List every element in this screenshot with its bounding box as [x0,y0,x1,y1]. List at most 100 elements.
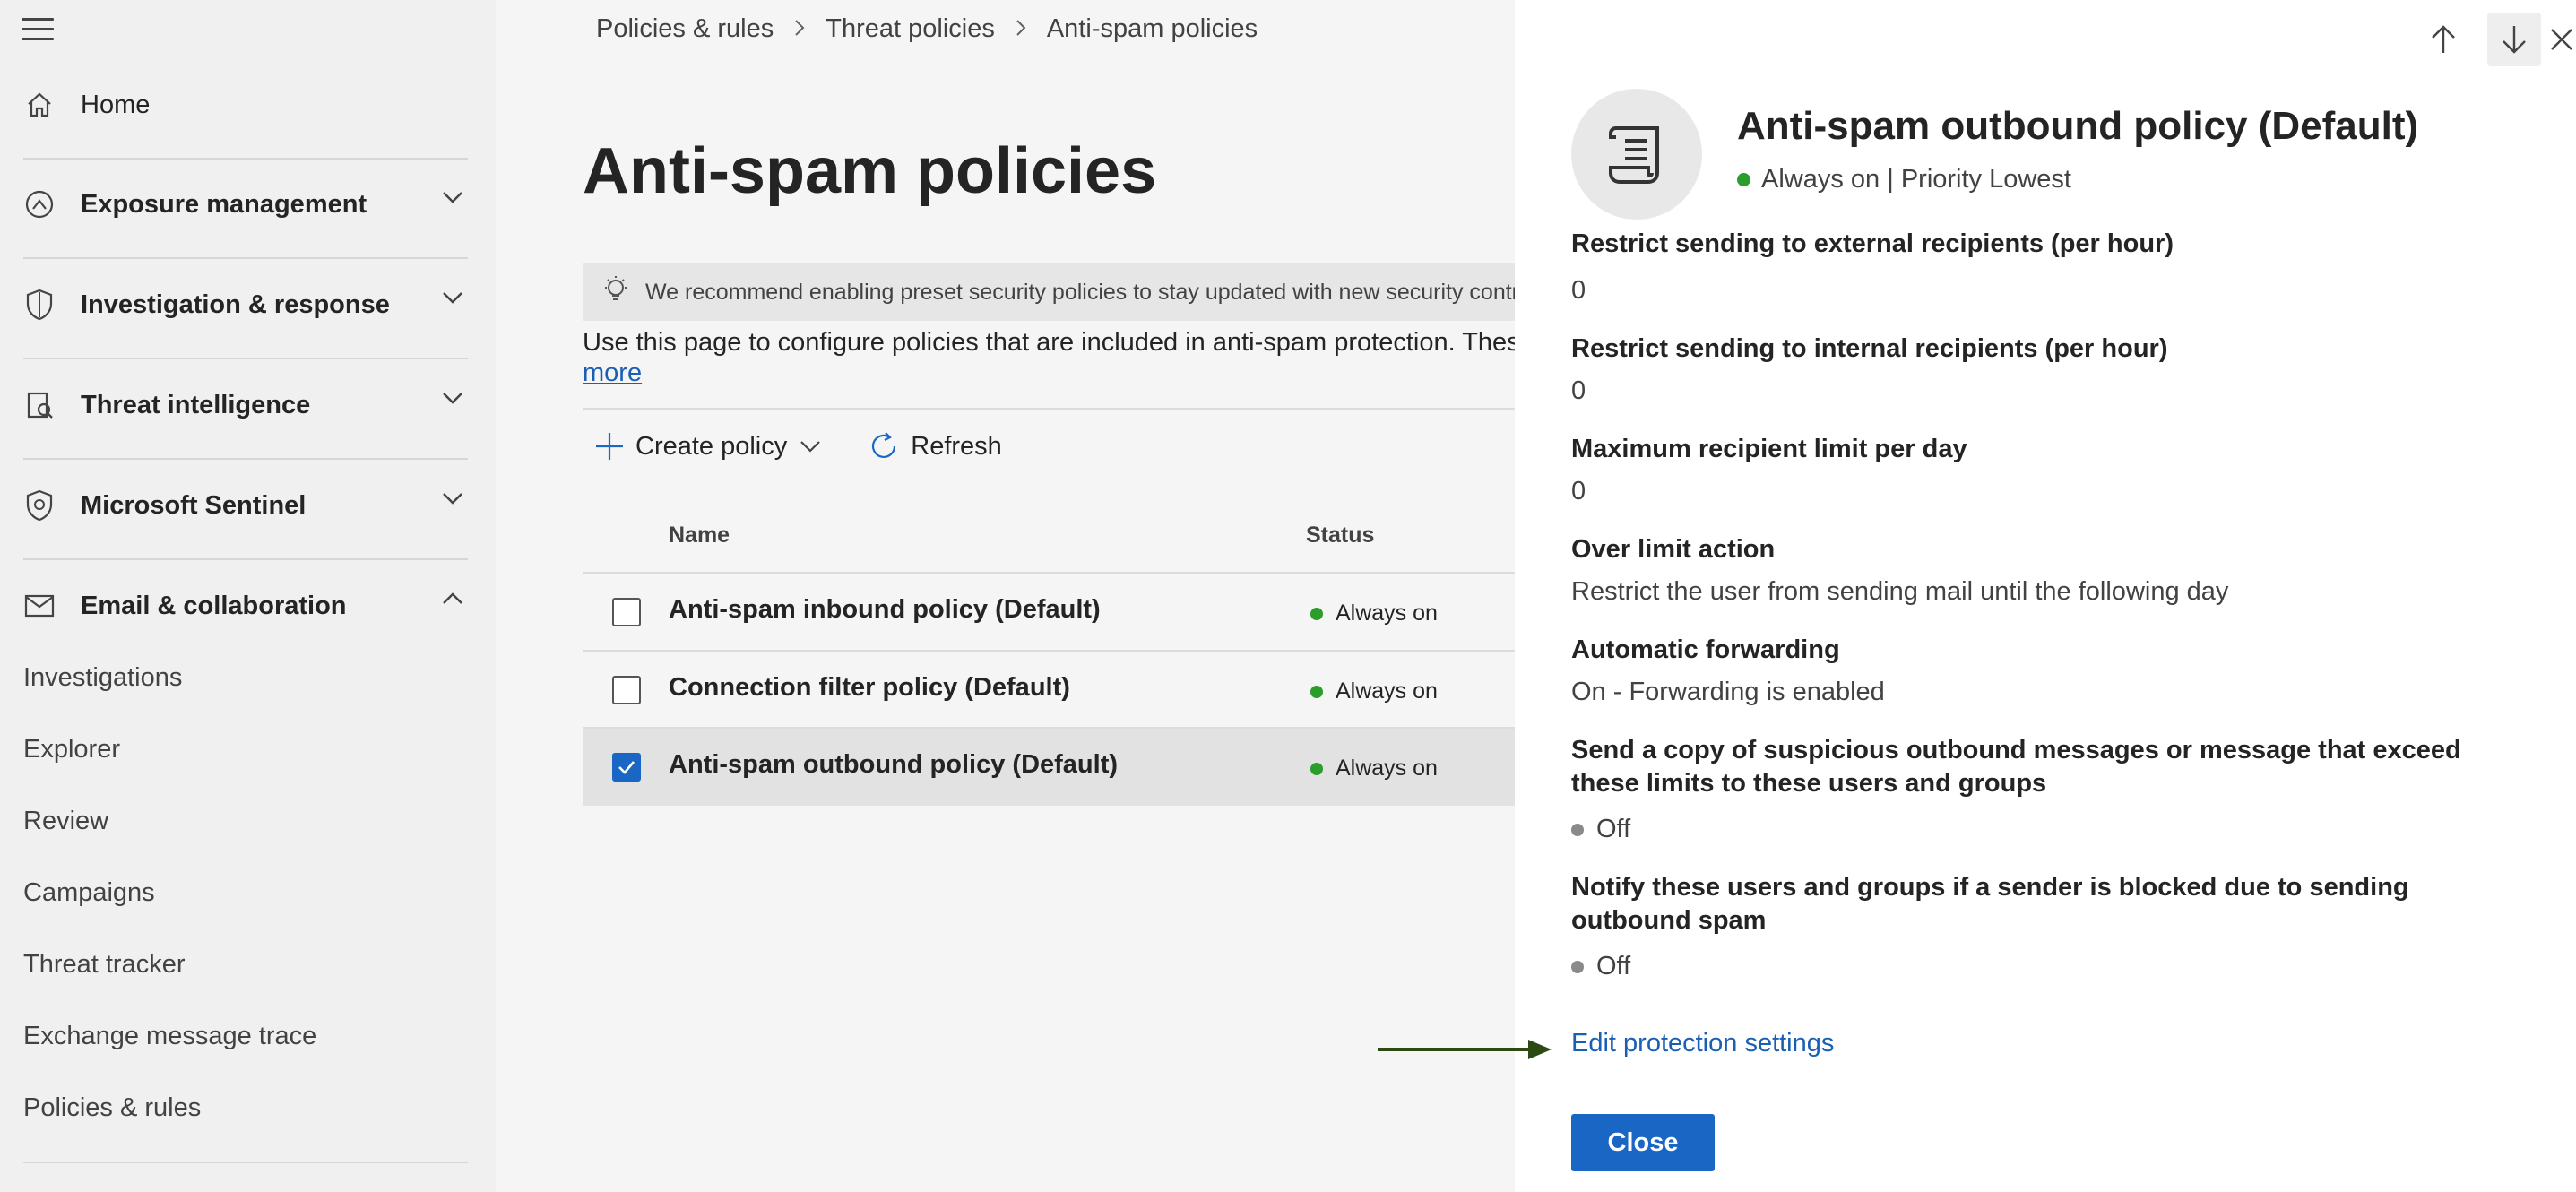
panel-title: Anti-spam outbound policy (Default) [1737,104,2419,148]
sidebar-item-label: Exposure management [81,189,367,219]
table-row[interactable]: Anti-spam inbound policy (Default) Alway… [583,574,1515,651]
chevron-down-icon[interactable] [442,290,463,305]
column-header-name[interactable]: Name [669,523,730,548]
field-label-send-copy: Send a copy of suspicious outbound messa… [1571,736,2461,798]
main-content: Policies & rules Threat policies Anti-sp… [496,0,1515,1192]
field-value-max-recipient-limit: 0 [1571,477,1586,505]
sidebar-item-threat-intelligence[interactable]: Threat intelligence [0,355,496,455]
table-row[interactable]: Connection filter policy (Default) Alway… [583,652,1515,729]
sidebar-item-label: Investigation & response [81,289,390,319]
status-text: Always on [1336,756,1438,781]
column-header-status[interactable]: Status [1306,523,1374,548]
status-cell: Always on [1310,600,1438,626]
field-value-notify-users: Off [1571,952,1630,981]
policy-details-panel: Anti-spam outbound policy (Default) Alwa… [1515,0,2576,1192]
field-value-automatic-forwarding: On - Forwarding is enabled [1571,678,1885,706]
hamburger-menu-icon[interactable] [22,18,54,43]
scroll-document-icon [1609,126,1659,184]
lightbulb-icon [602,275,629,310]
previous-item-button[interactable] [2416,13,2470,66]
policy-avatar [1571,89,1702,220]
sidebar-item-exposure-management[interactable]: Exposure management [0,154,496,255]
refresh-label: Refresh [911,431,1002,461]
status-dot-icon [1571,823,1584,836]
sidebar-item-microsoft-sentinel[interactable]: Microsoft Sentinel [0,455,496,556]
row-checkbox[interactable] [612,676,641,704]
field-label-notify-users: Notify these users and groups if a sende… [1571,873,2409,935]
status-cell: Always on [1310,678,1438,704]
row-checkbox[interactable] [612,598,641,626]
panel-subtitle-text: Always on | Priority Lowest [1761,165,2071,194]
field-value-text: Off [1596,952,1631,980]
sidebar-item-email-collaboration[interactable]: Email & collaboration [0,556,496,656]
page-description: Use this page to configure policies that… [583,328,1515,357]
create-policy-button[interactable]: Create policy [594,431,832,462]
sidebar-subitem-exchange-message-trace[interactable]: Exchange message trace [23,1022,316,1051]
field-label-internal-recipients: Restrict sending to internal recipients … [1571,334,2168,363]
status-dot-icon [1310,762,1323,775]
sidebar-item-label: Microsoft Sentinel [81,490,307,520]
shield-icon [22,287,57,323]
learn-more-link[interactable]: more [583,358,642,388]
status-text: Always on [1336,600,1438,626]
edit-protection-settings-link[interactable]: Edit protection settings [1571,1029,1834,1058]
table-row-selected[interactable]: Anti-spam outbound policy (Default) Alwa… [583,729,1515,806]
sidebar-item-label: Email & collaboration [81,591,347,620]
next-item-button[interactable] [2487,13,2541,66]
exposure-icon [22,186,57,222]
panel-subtitle: Always on | Priority Lowest [1737,165,2071,194]
field-label-automatic-forwarding: Automatic forwarding [1571,635,1840,664]
refresh-icon [872,432,896,458]
field-label-over-limit-action: Over limit action [1571,535,1776,564]
breadcrumb-item-policies-rules[interactable]: Policies & rules [596,14,774,44]
field-label-max-recipient-limit: Maximum recipient limit per day [1571,435,1967,463]
sidebar-item-investigation-response[interactable]: Investigation & response [0,255,496,355]
sidebar-subitem-explorer[interactable]: Explorer [23,735,120,764]
annotation-arrow-icon [1378,1040,1552,1059]
chevron-down-icon[interactable] [800,439,821,453]
policy-name[interactable]: Connection filter policy (Default) [669,673,1070,703]
chevron-down-icon[interactable] [442,391,463,405]
recommendation-banner: We recommend enabling preset security po… [583,263,1515,321]
status-dot-icon [1571,960,1584,973]
breadcrumb-item-anti-spam-policies[interactable]: Anti-spam policies [1047,14,1258,44]
refresh-button[interactable]: Refresh [868,430,1002,462]
page-title: Anti-spam policies [583,135,1157,207]
breadcrumb: Policies & rules Threat policies Anti-sp… [596,14,1258,44]
divider [23,1162,468,1163]
close-button[interactable]: Close [1571,1114,1715,1171]
chevron-right-icon [1015,14,1027,44]
field-value-send-copy: Off [1571,815,1630,844]
chevron-down-icon[interactable] [442,491,463,505]
status-dot-icon [1310,607,1323,620]
status-dot-icon [1310,685,1323,698]
arrow-down-icon [2503,26,2526,54]
status-text: Always on [1336,678,1438,704]
mail-icon [22,588,57,624]
checkmark-icon [618,761,635,774]
field-value-text: Off [1596,815,1631,843]
policy-name[interactable]: Anti-spam outbound policy (Default) [669,750,1118,780]
sidebar-subitem-review[interactable]: Review [23,807,108,836]
chevron-up-icon[interactable] [442,592,463,606]
sidebar-item-home[interactable]: Home [0,55,496,155]
create-policy-label: Create policy [635,431,788,461]
field-value-internal-recipients: 0 [1571,376,1586,405]
sidebar-subitem-threat-tracker[interactable]: Threat tracker [23,950,186,980]
close-panel-button[interactable] [2535,13,2576,66]
policy-name[interactable]: Anti-spam inbound policy (Default) [669,595,1101,625]
toolbar: Create policy Refresh [594,430,1038,462]
sidebar-subitem-campaigns[interactable]: Campaigns [23,878,155,908]
status-dot-icon [1737,173,1750,186]
breadcrumb-item-threat-policies[interactable]: Threat policies [826,14,995,44]
toolbar-divider [583,408,1515,410]
arrow-up-icon [2432,25,2455,53]
sidebar-item-label: Home [81,90,151,119]
chevron-down-icon[interactable] [442,190,463,204]
field-value-external-recipients: 0 [1571,276,1586,305]
chevron-right-icon [793,14,806,44]
status-cell: Always on [1310,756,1438,782]
sidebar-subitem-investigations[interactable]: Investigations [23,663,182,693]
row-checkbox-checked[interactable] [612,753,641,782]
sidebar-subitem-policies-rules[interactable]: Policies & rules [23,1093,201,1123]
